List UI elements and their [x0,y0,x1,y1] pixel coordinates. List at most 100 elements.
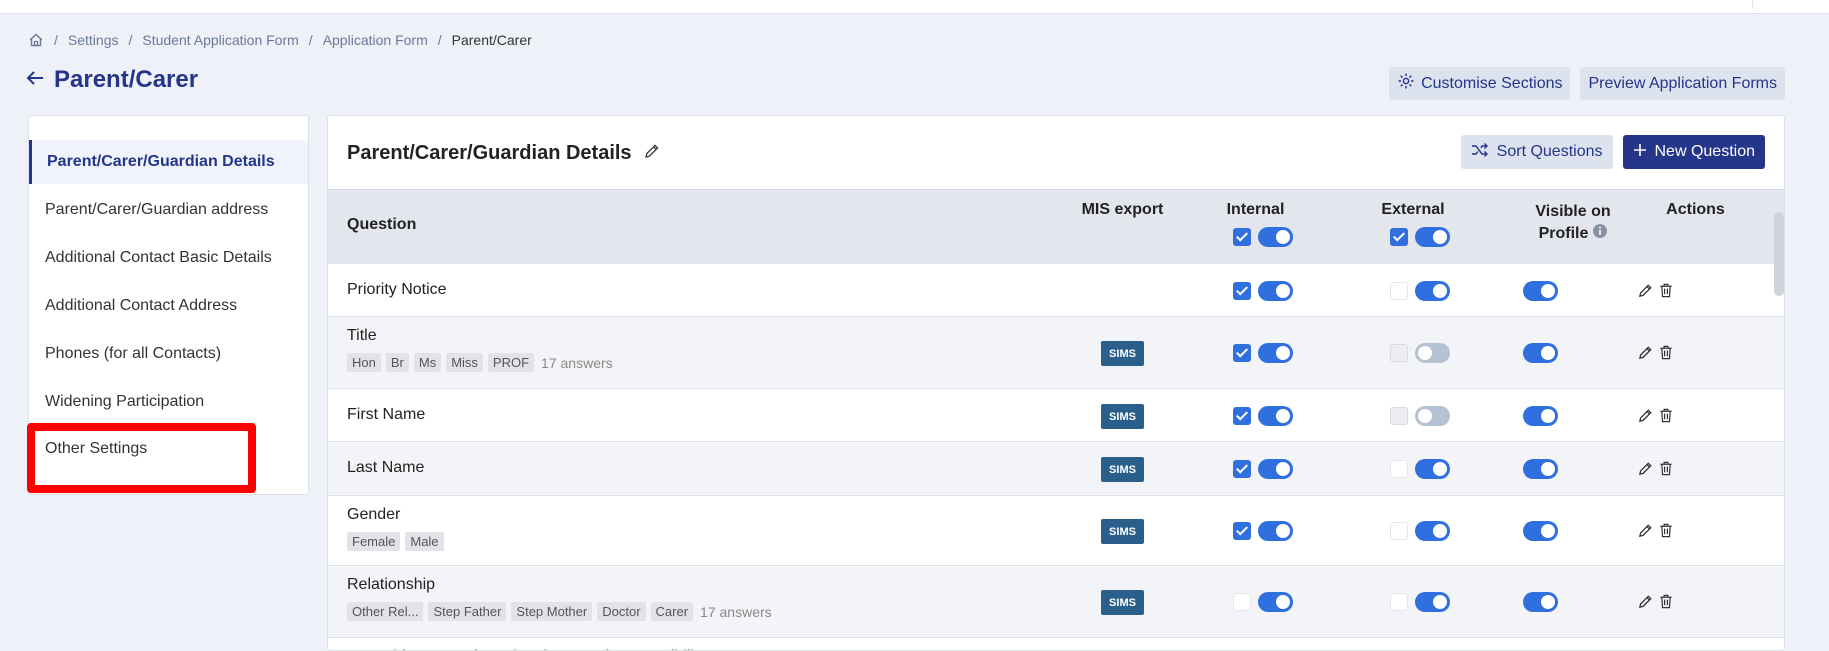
answer-tags: Other Rel... Step Father Step Mother Doctor… [347,602,772,621]
internal-toggle[interactable] [1258,406,1293,426]
breadcrumb: / Settings / Student Application Form / … [28,32,532,48]
answer-count[interactable]: 17 answers [541,355,613,371]
visible-on-profile-toggle[interactable] [1523,592,1558,612]
edit-pencil-icon[interactable] [1638,523,1653,541]
table-row: First Name SIMS [328,388,1784,441]
external-toggle[interactable] [1415,281,1450,301]
preview-application-forms-button[interactable]: Preview Application Forms [1580,67,1785,100]
external-toggle[interactable] [1415,592,1450,612]
top-bar-divider [1752,0,1753,9]
breadcrumb-settings[interactable]: Settings [68,32,119,48]
edit-title-pencil-icon[interactable] [644,142,660,165]
edit-pencil-icon[interactable] [1638,283,1653,301]
external-toggle[interactable] [1415,459,1450,479]
panel-title: Parent/Carer/Guardian Details [347,142,660,165]
sidebar-item-parent-details[interactable]: Parent/Carer/Guardian Details [29,140,308,184]
table-row: Last Name SIMS [328,441,1784,495]
answer-tag: Br [385,353,409,372]
breadcrumb-application-form[interactable]: Application Form [323,32,428,48]
external-checkbox[interactable] [1390,593,1408,611]
edit-pencil-icon[interactable] [1638,594,1653,612]
external-toggle[interactable] [1415,521,1450,541]
column-actions: Actions [1666,201,1725,218]
internal-checkbox[interactable] [1233,407,1251,425]
sidebar-item-parent-address[interactable]: Parent/Carer/Guardian address [29,188,308,232]
top-actions: Customise Sections Preview Application F… [1389,67,1785,100]
sort-questions-button[interactable]: Sort Questions [1460,135,1613,169]
internal-toggle[interactable] [1258,343,1293,363]
external-checkbox[interactable] [1390,282,1408,300]
table-row: Does this contact have legal parental re… [328,637,1784,650]
internal-checkbox[interactable] [1233,282,1251,300]
external-select-all-checkbox[interactable] [1390,228,1408,246]
edit-pencil-icon[interactable] [1638,461,1653,479]
answer-tag: Step Mother [511,602,593,621]
external-checkbox[interactable] [1390,460,1408,478]
answer-tag: Male [405,532,444,551]
delete-trash-icon[interactable] [1659,345,1673,363]
internal-toggle[interactable] [1258,521,1293,541]
gear-icon [1397,72,1415,95]
back-arrow-icon[interactable] [26,70,44,91]
home-icon[interactable] [28,32,44,48]
visible-on-profile-toggle[interactable] [1523,521,1558,541]
column-profile-label: Profile [1538,225,1589,242]
edit-pencil-icon[interactable] [1638,408,1653,426]
column-visible-on-profile: Visible on Profile [1518,201,1628,245]
sidebar-item-additional-contact-address[interactable]: Additional Contact Address [29,284,308,328]
visible-on-profile-toggle[interactable] [1523,406,1558,426]
external-checkbox [1390,344,1408,362]
answer-tags: Female Male [347,532,444,551]
column-visible-label: Visible on [1535,203,1611,220]
answer-count[interactable]: 17 answers [700,604,772,620]
sims-badge: SIMS [1101,457,1144,482]
table-row: Title Hon Br Ms Miss PROF 17 answers SIMS [328,316,1784,388]
external-select-all-toggle[interactable] [1415,227,1450,247]
new-question-button[interactable]: New Question [1622,135,1765,169]
external-checkbox[interactable] [1390,522,1408,540]
column-internal-label: Internal [1226,201,1285,218]
edit-pencil-icon[interactable] [1638,345,1653,363]
panel-title-text: Parent/Carer/Guardian Details [347,142,632,164]
table-header: Question MIS export Internal External Vi… [328,189,1784,263]
delete-trash-icon[interactable] [1659,283,1673,301]
breadcrumb-student-application-form[interactable]: Student Application Form [142,32,298,48]
internal-toggle[interactable] [1258,281,1293,301]
sims-badge: SIMS [1101,590,1144,615]
breadcrumb-separator: / [128,32,133,48]
sidebar-item-additional-contact-basic[interactable]: Additional Contact Basic Details [29,236,308,280]
question-label: Title [347,327,377,344]
internal-checkbox[interactable] [1233,593,1251,611]
sidebar-item-widening-participation[interactable]: Widening Participation [29,380,308,424]
sims-badge: SIMS [1101,341,1144,366]
visible-on-profile-toggle[interactable] [1523,343,1558,363]
internal-toggle[interactable] [1258,459,1293,479]
delete-trash-icon[interactable] [1659,461,1673,479]
row-actions [1638,461,1678,479]
delete-trash-icon[interactable] [1659,594,1673,612]
external-toggle[interactable] [1415,406,1450,426]
sims-badge: SIMS [1101,519,1144,544]
breadcrumb-current: Parent/Carer [451,32,532,48]
internal-select-all-checkbox[interactable] [1233,228,1251,246]
customise-sections-button[interactable]: Customise Sections [1389,67,1571,100]
visible-on-profile-toggle[interactable] [1523,281,1558,301]
answer-tag: Hon [347,353,381,372]
page-header: Parent/Carer [26,66,198,94]
internal-checkbox[interactable] [1233,522,1251,540]
internal-checkbox[interactable] [1233,344,1251,362]
column-mis-export: MIS export [1081,201,1164,218]
internal-toggle[interactable] [1258,592,1293,612]
scrollbar-thumb[interactable] [1774,212,1784,296]
visible-on-profile-toggle[interactable] [1523,459,1558,479]
external-toggle[interactable] [1415,343,1450,363]
info-icon[interactable] [1593,223,1608,245]
internal-select-all-toggle[interactable] [1258,227,1293,247]
row-actions [1638,283,1678,301]
questions-panel: Parent/Carer/Guardian Details Sort Quest… [327,115,1785,651]
delete-trash-icon[interactable] [1659,408,1673,426]
internal-checkbox[interactable] [1233,460,1251,478]
sidebar-item-phones[interactable]: Phones (for all Contacts) [29,332,308,376]
answer-tag: Carer [650,602,694,621]
delete-trash-icon[interactable] [1659,523,1673,541]
